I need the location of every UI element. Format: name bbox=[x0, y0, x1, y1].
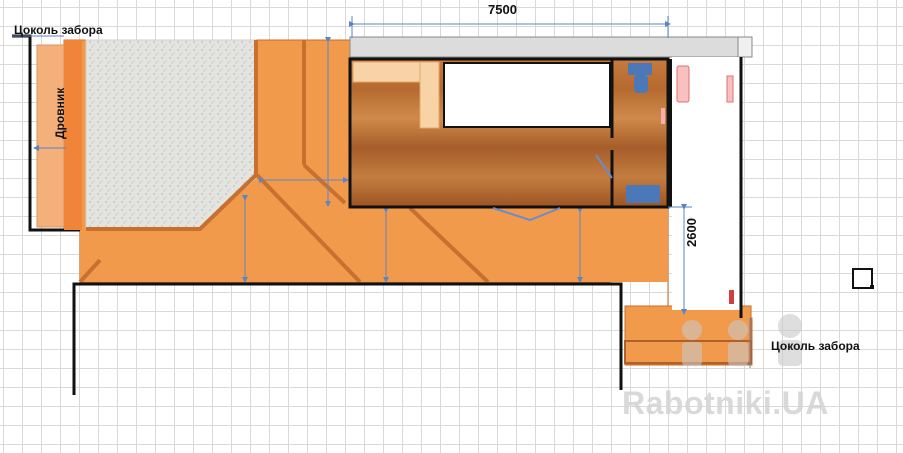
dimension-width-label: 7500 bbox=[488, 2, 517, 17]
fence-label-right: Цоколь забора bbox=[771, 339, 860, 353]
dimension-width bbox=[349, 16, 671, 38]
roof-eave bbox=[349, 36, 753, 58]
neighbour-wall bbox=[72, 282, 623, 395]
house bbox=[348, 57, 674, 209]
toilet-icon bbox=[628, 63, 652, 75]
sink-icon bbox=[626, 185, 660, 203]
terrace bbox=[672, 57, 743, 318]
fence-label-left: Цоколь забора bbox=[14, 23, 103, 37]
selection-handle[interactable] bbox=[870, 285, 874, 289]
bed bbox=[443, 62, 611, 128]
woodshed-label: Дровник bbox=[53, 87, 67, 139]
watermark-text: Rabotniki.UA bbox=[622, 385, 829, 421]
dimension-side-label: 2600 bbox=[684, 218, 699, 247]
